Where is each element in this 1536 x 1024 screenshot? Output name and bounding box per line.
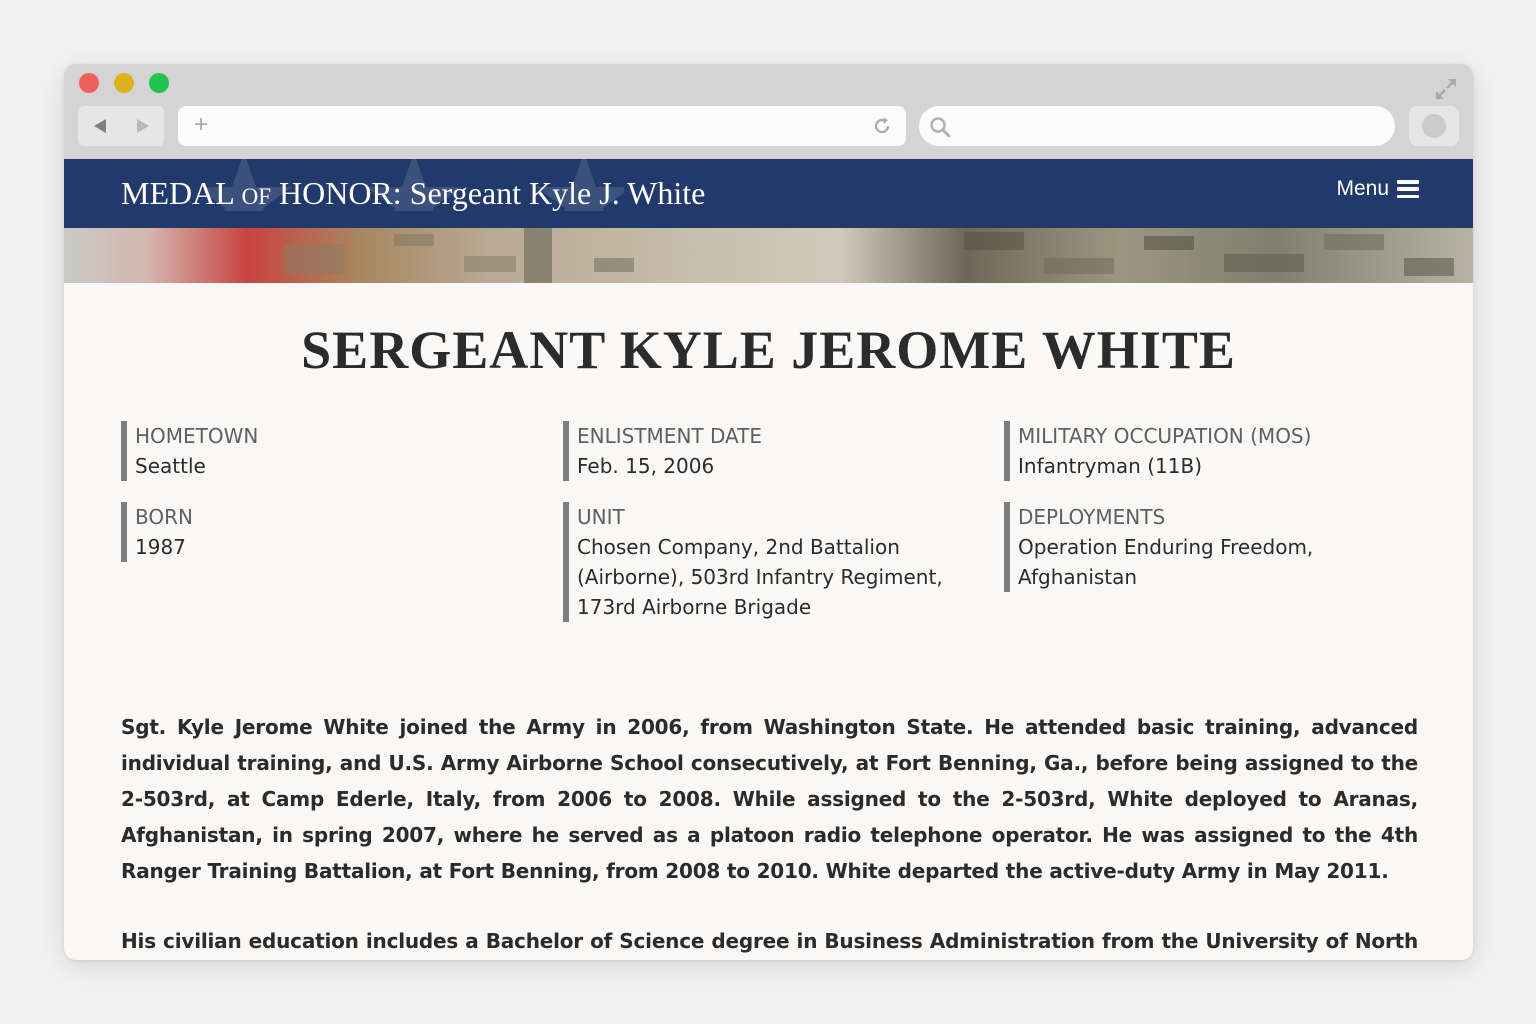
forward-icon[interactable] [136,119,149,133]
hero-banner-image [64,228,1473,283]
reload-icon[interactable] [872,116,892,136]
fact-label: BORN [135,505,193,529]
browser-chrome: + [64,64,1473,159]
fact-unit: UNIT Chosen Company, 2nd Battalion (Airb… [563,502,963,622]
site-header: MEDAL OF HONOR: Sergeant Kyle J. White M… [64,159,1473,228]
menu-label: Menu [1336,177,1389,200]
expand-icon[interactable] [1433,76,1459,102]
hamburger-icon [1397,180,1419,198]
history-nav [78,106,164,146]
zoom-window-button[interactable] [149,73,169,93]
fact-mos: MILITARY OCCUPATION (MOS) Infantryman (1… [1004,421,1311,481]
circle-icon [1422,114,1446,138]
fact-value: 1987 [135,535,186,559]
extension-button[interactable] [1409,106,1459,146]
fact-label: HOMETOWN [135,424,259,448]
minimize-window-button[interactable] [114,73,134,93]
fact-value: Seattle [135,454,206,478]
fact-born: BORN 1987 [121,502,193,562]
bio-paragraph: Sgt. Kyle Jerome White joined the Army i… [121,715,1418,883]
main-content: SERGEANT KYLE JEROME WHITE HOMETOWN Seat… [64,283,1473,960]
site-title-of: OF [241,184,271,209]
fact-label: ENLISTMENT DATE [577,424,763,448]
page-title: SERGEANT KYLE JEROME WHITE [301,320,1236,380]
plus-icon[interactable]: + [194,113,208,137]
site-title-pre: MEDAL [121,175,242,211]
browser-window: + MEDAL OF HONOR: Sergeant Kyle J. White… [64,64,1473,960]
bio-paragraph: His civilian education includes a Bachel… [121,929,1418,953]
fact-value: Feb. 15, 2006 [577,454,715,478]
search-bar[interactable] [919,106,1395,146]
fact-deployments: DEPLOYMENTS Operation Enduring Freedom, … [1004,502,1349,592]
site-title-post: HONOR: Sergeant Kyle J. White [270,175,706,211]
fact-value: Chosen Company, 2nd Battalion (Airborne)… [577,535,943,619]
fact-label: UNIT [577,505,625,529]
back-icon[interactable] [93,119,106,133]
fact-value: Infantryman (11B) [1018,454,1202,478]
close-window-button[interactable] [79,73,99,93]
address-bar[interactable]: + [178,106,906,146]
menu-button[interactable]: Menu [1336,177,1419,201]
fact-value: Operation Enduring Freedom, Afghanistan [1018,535,1314,589]
fact-label: MILITARY OCCUPATION (MOS) [1018,424,1312,448]
fact-enlistment-date: ENLISTMENT DATE Feb. 15, 2006 [563,421,762,481]
fact-hometown: HOMETOWN Seattle [121,421,258,481]
search-icon [930,117,951,138]
fact-label: DEPLOYMENTS [1018,505,1166,529]
site-title[interactable]: MEDAL OF HONOR: Sergeant Kyle J. White [121,175,705,212]
